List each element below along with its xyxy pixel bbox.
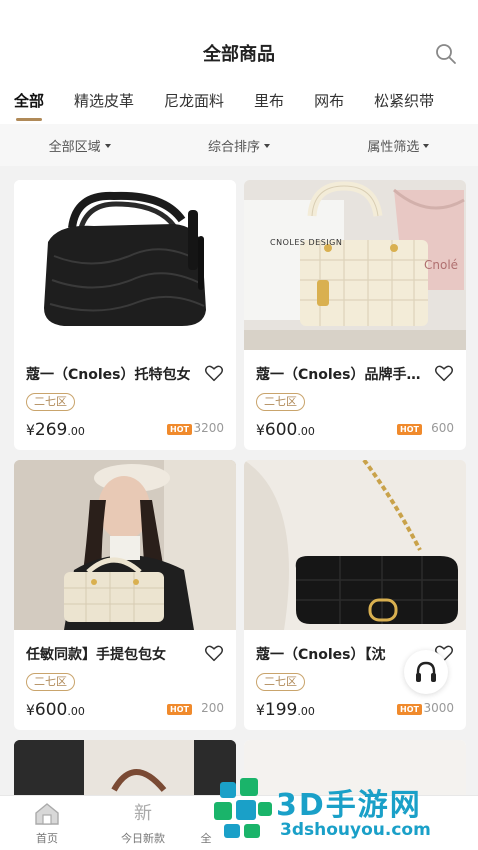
price: ¥269.00 — [26, 420, 85, 440]
nav-home[interactable]: 首页 — [2, 802, 92, 846]
sales-count: 3000 — [423, 701, 454, 715]
category-tabs: 全部 精选皮革 尼龙面料 里布 网布 松紧织带 — [14, 90, 478, 124]
search-icon[interactable] — [434, 42, 458, 66]
watermark-url: 3dshouyou.com — [280, 820, 431, 840]
price-decimal: .00 — [297, 425, 315, 438]
region-tag: 二七区 — [26, 393, 75, 411]
product-name: 蔻一（Cnoles）托特包女 — [26, 367, 191, 383]
hot-badge: HOT — [397, 424, 422, 435]
price: ¥199.00 — [256, 700, 315, 720]
product-card[interactable] — [14, 740, 236, 800]
price-integer: 600 — [34, 700, 68, 720]
product-grid: 蔻一（Cnoles）托特包女 二七区 ¥269.00 HOT 3200 CNOL… — [14, 180, 466, 800]
tab-elastic-webbing[interactable]: 松紧织带 — [374, 90, 434, 124]
hot-badge: HOT — [167, 424, 192, 435]
home-icon — [35, 803, 59, 825]
tab-mesh[interactable]: 网布 — [314, 90, 344, 124]
product-image: CNOLES DESIGN Cnolé — [244, 180, 466, 350]
region-tag: 二七区 — [26, 673, 75, 691]
price-integer: 269 — [34, 420, 68, 440]
price: ¥600.00 — [256, 420, 315, 440]
sales-count: 3200 — [193, 421, 224, 435]
caret-down-icon — [104, 144, 111, 148]
image-brand-text: CNOLES DESIGN — [270, 238, 343, 247]
heart-icon[interactable] — [204, 364, 224, 382]
headset-icon — [416, 661, 436, 682]
image-brand-text-2: Cnolé — [424, 258, 459, 272]
product-card[interactable]: CNOLES DESIGN Cnolé 蔻一（Cnoles）品牌手提包 二七区 … — [244, 180, 466, 450]
product-card[interactable]: 任敏同款】手提包包女 二七区 ¥600.00 HOT 200 — [14, 460, 236, 730]
filter-region-label: 全部区域 — [48, 139, 101, 155]
filter-attributes-label: 属性筛选 — [367, 139, 420, 155]
price: ¥600.00 — [26, 700, 85, 720]
price-integer: 199 — [264, 700, 298, 720]
tab-nylon[interactable]: 尼龙面料 — [164, 90, 224, 124]
price-decimal: .00 — [67, 705, 85, 718]
heart-icon[interactable] — [434, 364, 454, 382]
watermark-title: 3D手游网 — [276, 788, 422, 823]
customer-service-button[interactable] — [404, 650, 448, 694]
tab-lining[interactable]: 里布 — [254, 90, 284, 124]
price-integer: 600 — [264, 420, 298, 440]
hot-badge: HOT — [397, 704, 422, 715]
watermark: 3D手游网 3dshouyou.com — [210, 772, 472, 848]
caret-down-icon — [423, 144, 430, 148]
price-decimal: .00 — [67, 425, 85, 438]
filter-bar: 全部区域 综合排序 属性筛选 — [0, 124, 478, 166]
currency-symbol: ¥ — [256, 703, 265, 719]
filter-sort-label: 综合排序 — [207, 139, 260, 155]
tab-all[interactable]: 全部 — [14, 90, 44, 124]
currency-symbol: ¥ — [256, 423, 265, 439]
header: 全部商品 全部 精选皮革 尼龙面料 里布 网布 松紧织带 — [0, 0, 478, 124]
product-image — [14, 460, 236, 630]
product-image — [14, 740, 236, 800]
page-title: 全部商品 — [203, 44, 275, 65]
filter-attributes[interactable]: 属性筛选 — [319, 124, 478, 166]
product-image — [244, 460, 466, 630]
nav-new-arrivals[interactable]: 新 今日新款 — [98, 802, 188, 846]
currency-symbol: ¥ — [26, 703, 35, 719]
product-card[interactable]: 蔻一（Cnoles）托特包女 二七区 ¥269.00 HOT 3200 — [14, 180, 236, 450]
heart-icon[interactable] — [204, 644, 224, 662]
filter-sort[interactable]: 综合排序 — [159, 124, 318, 166]
currency-symbol: ¥ — [26, 423, 35, 439]
nav-home-label: 首页 — [36, 832, 58, 845]
product-name: 蔻一（Cnoles）品牌手提包 — [256, 367, 432, 383]
product-image — [14, 180, 236, 350]
sales-count: 600 — [431, 421, 454, 435]
region-tag: 二七区 — [256, 393, 305, 411]
price-decimal: .00 — [297, 705, 315, 718]
tab-leather[interactable]: 精选皮革 — [74, 90, 134, 124]
caret-down-icon — [264, 144, 270, 148]
sales-count: 200 — [201, 701, 224, 715]
filter-region[interactable]: 全部区域 — [0, 124, 159, 166]
hot-badge: HOT — [167, 704, 192, 715]
region-tag: 二七区 — [256, 673, 305, 691]
watermark-logo-icon — [214, 778, 272, 838]
product-name: 任敏同款】手提包包女 — [26, 647, 166, 663]
new-icon: 新 — [134, 803, 152, 824]
nav-new-arrivals-label: 今日新款 — [121, 832, 165, 845]
